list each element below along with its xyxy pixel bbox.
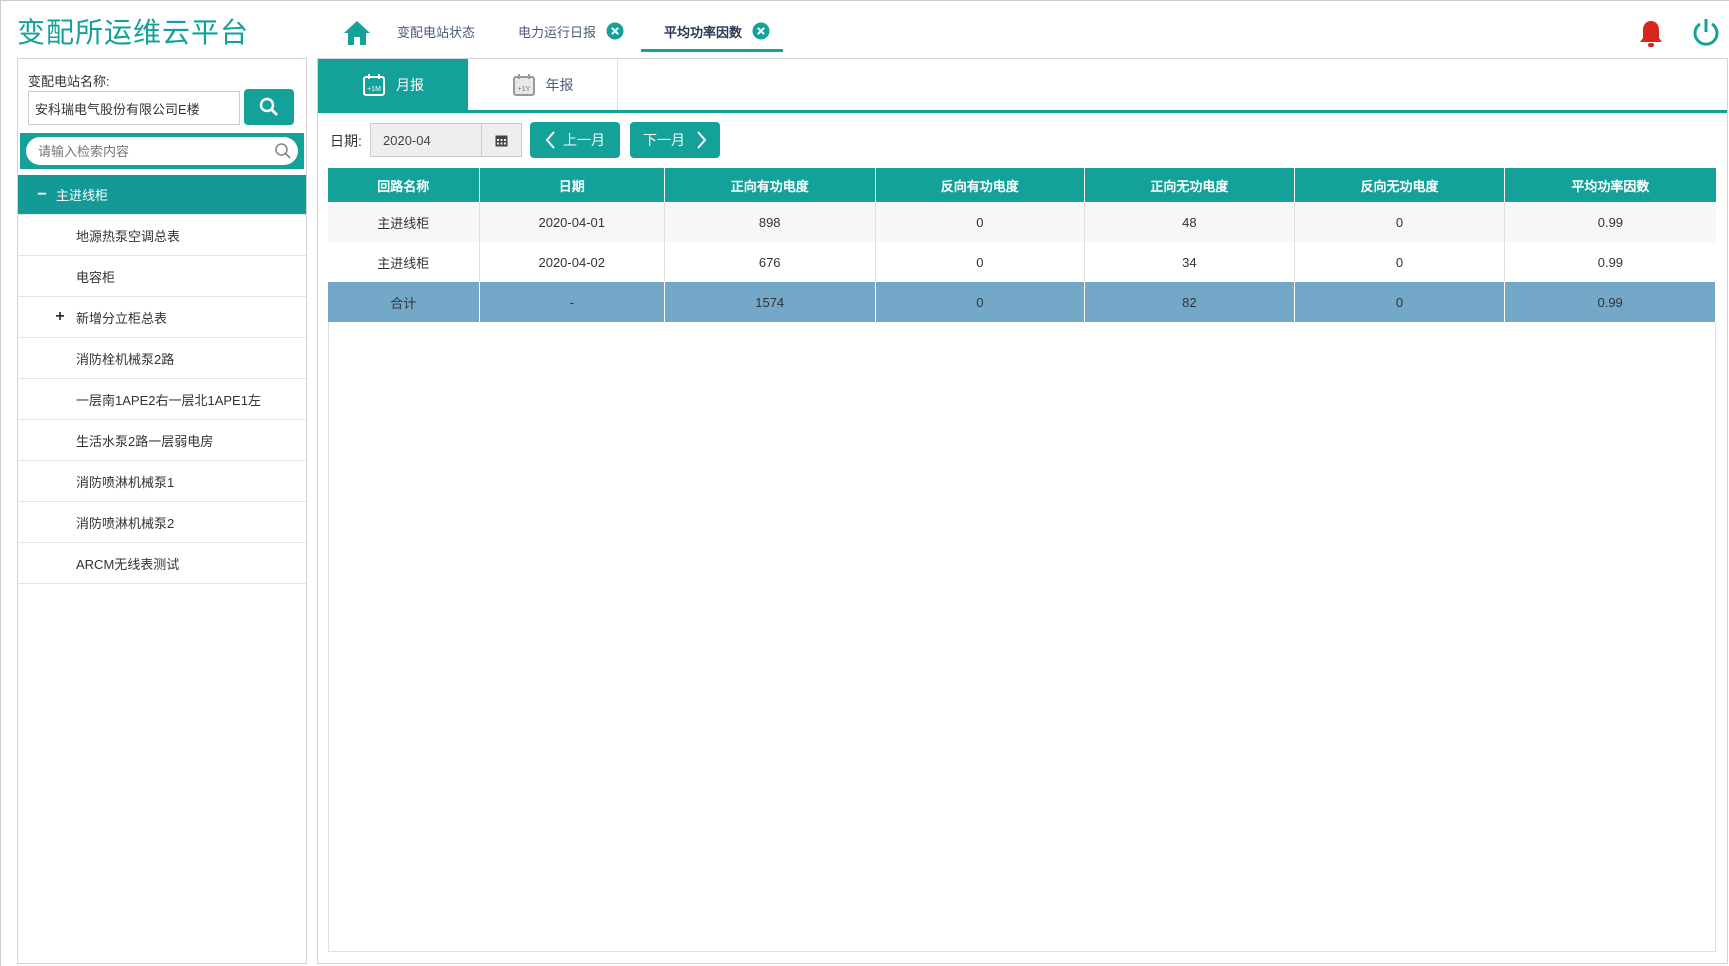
next-month-button[interactable]: 下一月 bbox=[630, 122, 720, 158]
calendar-button[interactable] bbox=[482, 123, 522, 157]
tab-label: 平均功率因数 bbox=[664, 24, 743, 40]
table-cell: 合计 bbox=[328, 282, 480, 322]
tree-item[interactable]: 生活水泵2路一层弱电房 bbox=[18, 420, 306, 461]
date-field[interactable] bbox=[370, 123, 482, 157]
tree-item[interactable]: ARCM无线表测试 bbox=[18, 543, 306, 584]
tree-item-label: 电容柜 bbox=[76, 269, 116, 285]
table-cell: 82 bbox=[1084, 282, 1295, 322]
tab-label: 变配电站状态 bbox=[397, 24, 476, 40]
table-cell: 0 bbox=[1294, 282, 1506, 322]
calendar-year-text: +1Y bbox=[517, 86, 530, 93]
table-cell: 2020-04-02 bbox=[479, 242, 665, 282]
table-header-row: 回路名称 日期 正向有功电度 反向有功电度 正向无功电度 反向无功电度 平均功率… bbox=[328, 168, 1716, 202]
tree-item-main-incoming[interactable]: − 主进线柜 bbox=[18, 175, 306, 215]
report-panel: +1M 月报 +1Y 年报 日期: 上一月 下一月 bbox=[317, 58, 1728, 964]
chevron-right-icon bbox=[697, 131, 707, 149]
tree-item[interactable]: 消防栓机械泵2路 bbox=[18, 338, 306, 379]
calendar-month-text: +1M bbox=[367, 86, 381, 93]
table-cell: 主进线柜 bbox=[328, 242, 480, 282]
power-icon[interactable] bbox=[1691, 17, 1721, 49]
table-cell: 0.99 bbox=[1504, 282, 1716, 322]
prev-month-label: 上一月 bbox=[563, 132, 605, 148]
table-cell: 1574 bbox=[664, 282, 876, 322]
tab-power-factor[interactable]: 平均功率因数 bbox=[664, 11, 770, 51]
tree-item-label: ARCM无线表测试 bbox=[76, 556, 180, 572]
column-header[interactable]: 日期 bbox=[479, 168, 665, 202]
tree-item-label: 主进线柜 bbox=[56, 188, 109, 203]
table-cell: 0.99 bbox=[1504, 202, 1716, 242]
bell-icon[interactable] bbox=[1637, 19, 1665, 49]
station-label: 变配电站名称: bbox=[28, 74, 110, 89]
power-factor-table: 回路名称 日期 正向有功电度 反向有功电度 正向无功电度 反向无功电度 平均功率… bbox=[328, 168, 1716, 322]
tree-item-label: 一层南1APE2右一层北1APE1左 bbox=[76, 392, 261, 408]
table-total-row[interactable]: 合计 - 1574 0 82 0 0.99 bbox=[328, 282, 1716, 322]
tab-yearly-report[interactable]: +1Y 年报 bbox=[468, 59, 618, 110]
table-cell: 34 bbox=[1084, 242, 1295, 282]
app-frame: 变配所运维云平台 变配电站状态 电力运行日报 平均功率因数 变配电站名称: − bbox=[0, 0, 1729, 966]
tree-item-label: 消防喷淋机械泵1 bbox=[76, 474, 175, 490]
table-cell: - bbox=[479, 282, 665, 322]
tab-daily-report[interactable]: 电力运行日报 bbox=[518, 11, 624, 51]
prev-month-button[interactable]: 上一月 bbox=[530, 122, 620, 158]
tree-item-label: 生活水泵2路一层弱电房 bbox=[76, 433, 214, 449]
table-cell: 48 bbox=[1084, 202, 1295, 242]
column-header[interactable]: 正向有功电度 bbox=[664, 168, 876, 202]
close-icon[interactable] bbox=[606, 22, 624, 40]
home-icon[interactable] bbox=[341, 17, 373, 49]
column-header[interactable]: 回路名称 bbox=[328, 168, 480, 202]
calendar-year-icon: +1Y bbox=[512, 73, 535, 96]
tab-label: 月报 bbox=[396, 76, 424, 93]
station-tree: − 主进线柜 地源热泵空调总表 电容柜 + 新增分立柜总表 消防栓机械泵2路 一… bbox=[18, 175, 306, 584]
tree-item[interactable]: 电容柜 bbox=[18, 256, 306, 297]
column-header[interactable]: 反向有功电度 bbox=[875, 168, 1086, 202]
table-cell: 2020-04-01 bbox=[479, 202, 665, 242]
calendar-icon bbox=[495, 135, 508, 146]
search-icon[interactable] bbox=[274, 142, 292, 160]
next-month-label: 下一月 bbox=[643, 132, 685, 148]
station-field[interactable] bbox=[28, 91, 240, 125]
tab-label: 电力运行日报 bbox=[518, 24, 597, 40]
filter-bar bbox=[20, 133, 304, 169]
column-header[interactable]: 反向无功电度 bbox=[1294, 168, 1506, 202]
tree-item-label: 新增分立柜总表 bbox=[76, 310, 168, 326]
table-cell: 676 bbox=[664, 242, 876, 282]
filter-input[interactable] bbox=[26, 137, 298, 165]
active-tab-indicator bbox=[641, 49, 783, 52]
tree-item[interactable]: 消防喷淋机械泵1 bbox=[18, 461, 306, 502]
close-icon[interactable] bbox=[752, 22, 770, 40]
table-cell: 898 bbox=[664, 202, 876, 242]
tree-item[interactable]: 一层南1APE2右一层北1APE1左 bbox=[18, 379, 306, 420]
app-title: 变配所运维云平台 bbox=[17, 16, 250, 49]
tree-item[interactable]: 地源热泵空调总表 bbox=[18, 215, 306, 256]
search-button[interactable] bbox=[244, 89, 294, 125]
table-cell: 0 bbox=[1294, 242, 1506, 282]
calendar-month-icon: +1M bbox=[363, 73, 385, 96]
table-cell: 0 bbox=[1294, 202, 1506, 242]
column-header[interactable]: 正向无功电度 bbox=[1084, 168, 1295, 202]
station-sidebar: 变配电站名称: − 主进线柜 地源热泵空调总表 电容柜 + 新增分立柜总表 消防… bbox=[17, 58, 307, 964]
table-cell: 0.99 bbox=[1504, 242, 1716, 282]
tab-label: 年报 bbox=[545, 76, 574, 93]
date-label: 日期: bbox=[330, 133, 362, 149]
search-icon bbox=[259, 97, 278, 116]
table-cell: 0 bbox=[875, 282, 1086, 322]
report-tabs: +1M 月报 +1Y 年报 bbox=[318, 59, 1727, 113]
table-cell: 主进线柜 bbox=[328, 202, 480, 242]
tab-substation-status[interactable]: 变配电站状态 bbox=[397, 11, 475, 51]
tree-item[interactable]: + 新增分立柜总表 bbox=[18, 297, 306, 338]
column-header[interactable]: 平均功率因数 bbox=[1504, 168, 1716, 202]
expand-icon[interactable]: + bbox=[50, 308, 70, 326]
table-cell: 0 bbox=[875, 202, 1086, 242]
tab-monthly-report[interactable]: +1M 月报 bbox=[318, 59, 468, 110]
table-row[interactable]: 主进线柜 2020-04-02 676 0 34 0 0.99 bbox=[328, 242, 1716, 282]
tree-item[interactable]: 消防喷淋机械泵2 bbox=[18, 502, 306, 543]
tree-item-label: 消防喷淋机械泵2 bbox=[76, 515, 175, 531]
table-cell: 0 bbox=[875, 242, 1086, 282]
tree-item-label: 消防栓机械泵2路 bbox=[76, 351, 175, 367]
chevron-left-icon bbox=[545, 131, 555, 149]
collapse-icon[interactable]: − bbox=[32, 186, 52, 204]
tree-item-label: 地源热泵空调总表 bbox=[76, 228, 181, 244]
table-row[interactable]: 主进线柜 2020-04-01 898 0 48 0 0.99 bbox=[328, 202, 1716, 242]
